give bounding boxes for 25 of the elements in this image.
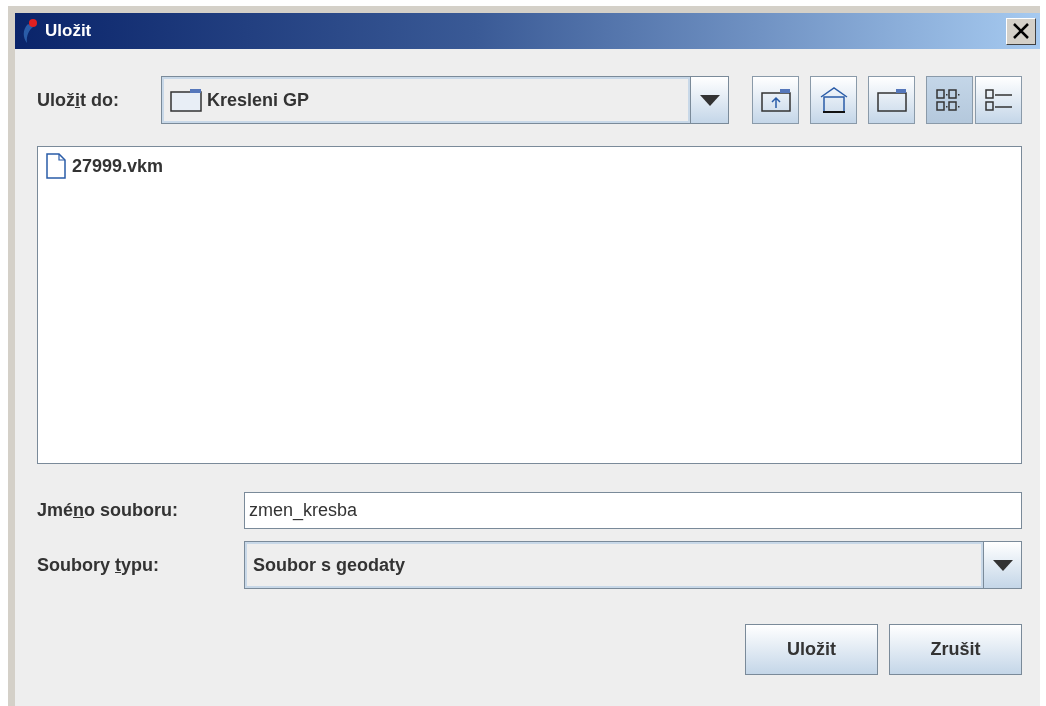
view-toggle[interactable] xyxy=(975,76,1022,124)
field-label: Jméno souboru: xyxy=(37,500,179,521)
caret-icon xyxy=(699,94,720,106)
caret-icon xyxy=(992,559,1013,571)
toolbar-button[interactable] xyxy=(868,76,915,124)
file-name-field[interactable]: zmen_kresba xyxy=(244,492,1022,529)
toolbar-button[interactable] xyxy=(810,76,857,124)
file-icon xyxy=(46,153,66,179)
folder-dropdown[interactable]: Kresleni GP xyxy=(161,76,729,124)
field-label: Soubory typu: xyxy=(37,554,160,576)
close-icon xyxy=(1012,23,1030,39)
view-toggle[interactable] xyxy=(926,76,973,124)
folder-up-icon xyxy=(759,87,792,113)
folder-icon xyxy=(170,88,202,112)
dialog-button[interactable]: Zrušit xyxy=(889,624,1022,675)
dialog-button[interactable]: Uložit xyxy=(745,624,878,675)
window-title: Uložit xyxy=(45,21,93,41)
field-label: Uložit do: xyxy=(37,89,120,111)
toolbar-button[interactable] xyxy=(752,76,799,124)
file-type-dropdown[interactable]: Soubor s geodaty xyxy=(244,541,1022,589)
details-view-icon xyxy=(983,87,1014,113)
close-button[interactable] xyxy=(1006,17,1036,45)
file-item[interactable]: 27999.vkm xyxy=(72,155,164,177)
app-icon xyxy=(21,18,39,44)
folder-icon xyxy=(875,87,908,113)
